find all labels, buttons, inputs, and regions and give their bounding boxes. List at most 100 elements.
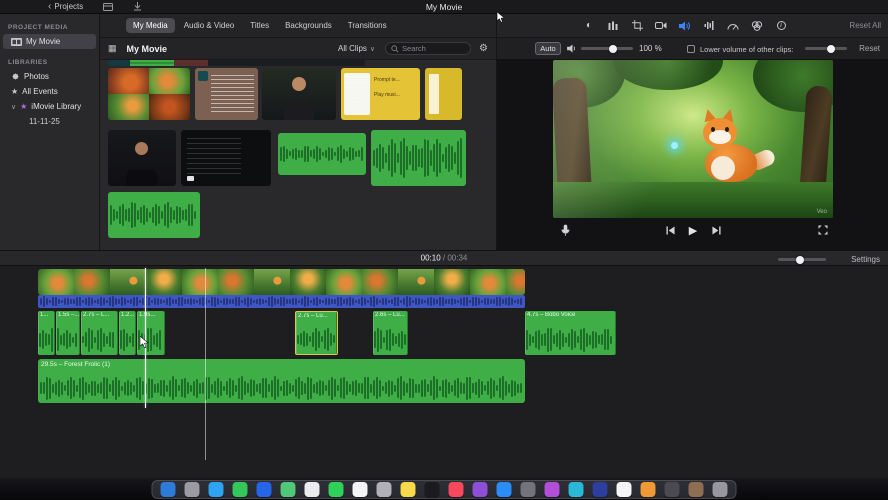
clip-thumbnail-fox-grid[interactable] xyxy=(108,68,190,120)
timeline-settings-button[interactable]: Settings xyxy=(851,255,880,264)
fullscreen-icon[interactable] xyxy=(815,222,831,238)
clip-thumbnail-presenter[interactable] xyxy=(262,68,336,120)
auto-button[interactable]: Auto xyxy=(535,42,561,55)
filmstrip-frame[interactable] xyxy=(362,269,398,295)
filmstrip-frame[interactable] xyxy=(398,269,434,295)
sidebar-item-all-events[interactable]: ★ All Events xyxy=(3,84,96,99)
effects-icon[interactable] xyxy=(751,19,763,33)
filmstrip-frame[interactable] xyxy=(434,269,470,295)
timeline-audio-clip[interactable]: 1... xyxy=(38,311,55,355)
dock-app-20-icon[interactable] xyxy=(616,482,632,497)
dock-app-9-icon[interactable] xyxy=(352,482,368,497)
audio-clip-thumbnail[interactable] xyxy=(371,130,466,186)
clip-thumbnail-document[interactable] xyxy=(195,68,258,120)
filmstrip-frame[interactable] xyxy=(74,269,110,295)
media-browser-icon[interactable] xyxy=(103,2,114,11)
dock-app-10-icon[interactable] xyxy=(376,482,392,497)
volume-slider[interactable] xyxy=(581,44,633,53)
sidebar-item-my-movie[interactable]: My Movie xyxy=(3,34,96,49)
timeline-audio-clip-selected[interactable]: 2.7s – Lu... xyxy=(295,311,338,355)
dock-app-4-icon[interactable] xyxy=(232,482,248,497)
dock-app-21-icon[interactable] xyxy=(640,482,656,497)
search-input[interactable] xyxy=(402,44,466,53)
filmstrip-frame[interactable] xyxy=(110,269,146,295)
volume-icon[interactable] xyxy=(679,19,691,33)
dock-app-3-icon[interactable] xyxy=(208,482,224,497)
color-balance-icon[interactable]: ◐ xyxy=(583,19,595,33)
dock-app-15-icon[interactable] xyxy=(496,482,512,497)
dock-app-24-icon[interactable] xyxy=(712,482,728,497)
video-audio-track[interactable] xyxy=(38,295,525,308)
lower-volume-slider[interactable] xyxy=(805,44,847,53)
tab-audio-video[interactable]: Audio & Video xyxy=(177,18,242,33)
lower-volume-checkbox[interactable] xyxy=(687,45,695,53)
filmstrip-frame[interactable] xyxy=(506,269,525,295)
filmstrip-frame[interactable] xyxy=(38,269,74,295)
reset-all-button[interactable]: Reset All xyxy=(849,21,881,30)
stabilization-icon[interactable] xyxy=(655,19,667,33)
speed-icon[interactable] xyxy=(727,19,739,33)
search-field[interactable] xyxy=(385,42,472,55)
clip-thumbnail-slide[interactable]: Prompt te... Play musi... xyxy=(341,68,420,120)
clip-thumbnail-slide-partial[interactable] xyxy=(425,68,462,120)
zoom-slider[interactable] xyxy=(778,255,826,264)
clip-thumbnail-screen-recording[interactable] xyxy=(181,130,271,186)
timeline-music-clip[interactable]: 29.5s – Forest Frolic (1) xyxy=(38,359,525,403)
dock-app-19-icon[interactable] xyxy=(592,482,608,497)
filmstrip-frame[interactable] xyxy=(218,269,254,295)
previous-frame-button[interactable] xyxy=(662,222,678,238)
zoom-slider-knob[interactable] xyxy=(795,255,804,264)
noise-reduction-icon[interactable] xyxy=(703,19,715,33)
tab-transitions[interactable]: Transitions xyxy=(341,18,394,33)
dock-app-14-icon[interactable] xyxy=(472,482,488,497)
dock-app-16-icon[interactable] xyxy=(520,482,536,497)
info-icon[interactable]: i xyxy=(775,19,787,33)
dock-app-8-icon[interactable] xyxy=(328,482,344,497)
clip-thumbnail-presenter-2[interactable] xyxy=(108,130,176,186)
video-clip-filmstrip[interactable] xyxy=(38,269,525,295)
back-to-projects-button[interactable]: ‹ Projects xyxy=(48,1,83,11)
clips-filter-dropdown[interactable]: All Clips ∨ xyxy=(338,44,375,53)
dock-app-2-icon[interactable] xyxy=(184,482,200,497)
dock-app-12-icon[interactable] xyxy=(424,482,440,497)
dock-app-1-icon[interactable] xyxy=(160,482,176,497)
timeline-audio-clip[interactable]: 2.7s – L... xyxy=(81,311,118,355)
tab-titles[interactable]: Titles xyxy=(243,18,276,33)
sidebar-item-event-date[interactable]: 11-11-25 xyxy=(3,114,96,129)
filmstrip-frame[interactable] xyxy=(146,269,182,295)
viewer-preview[interactable]: Veo xyxy=(553,60,833,218)
reset-button[interactable]: Reset xyxy=(859,44,880,53)
filmstrip-frame[interactable] xyxy=(254,269,290,295)
timeline-audio-clip[interactable]: 4.7s – Bobo Voice xyxy=(525,311,616,355)
lower-volume-slider-knob[interactable] xyxy=(827,44,836,53)
timeline-audio-clip[interactable]: 2.6s – Lu... xyxy=(373,311,408,355)
dock-app-18-icon[interactable] xyxy=(568,482,584,497)
audio-clip-thumbnail[interactable] xyxy=(278,133,366,175)
next-frame-button[interactable] xyxy=(708,222,724,238)
thumbnail-view-icon[interactable]: ▦ xyxy=(108,43,117,54)
filmstrip-frame[interactable] xyxy=(290,269,326,295)
dock-app-13-icon[interactable] xyxy=(448,482,464,497)
color-correction-icon[interactable] xyxy=(607,19,619,33)
timeline-audio-clip[interactable]: 1.5s –... xyxy=(56,311,80,355)
timeline-audio-clip[interactable]: 1.2... xyxy=(119,311,136,355)
play-button[interactable]: ▶ xyxy=(685,222,701,238)
tab-my-media[interactable]: My Media xyxy=(126,18,175,33)
audio-clip-thumbnail[interactable] xyxy=(108,192,200,238)
skimmer-line[interactable] xyxy=(205,268,206,460)
dock-app-7-icon[interactable] xyxy=(304,482,320,497)
tab-backgrounds[interactable]: Backgrounds xyxy=(278,18,339,33)
chevron-down-icon[interactable]: ∨ xyxy=(11,103,16,111)
import-icon[interactable] xyxy=(133,2,142,11)
sidebar-item-photos[interactable]: Photos xyxy=(3,69,96,84)
crop-icon[interactable] xyxy=(631,19,643,33)
sidebar-item-imovie-library[interactable]: ∨ ★ iMovie Library xyxy=(3,99,96,114)
volume-slider-knob[interactable] xyxy=(609,44,618,53)
dock-app-6-icon[interactable] xyxy=(280,482,296,497)
short-clips-strip[interactable] xyxy=(108,60,365,66)
dock-app-22-icon[interactable] xyxy=(664,482,680,497)
filmstrip-frame[interactable] xyxy=(470,269,506,295)
dock-app-11-icon[interactable] xyxy=(400,482,416,497)
filmstrip-frame[interactable] xyxy=(326,269,362,295)
dock-app-17-icon[interactable] xyxy=(544,482,560,497)
